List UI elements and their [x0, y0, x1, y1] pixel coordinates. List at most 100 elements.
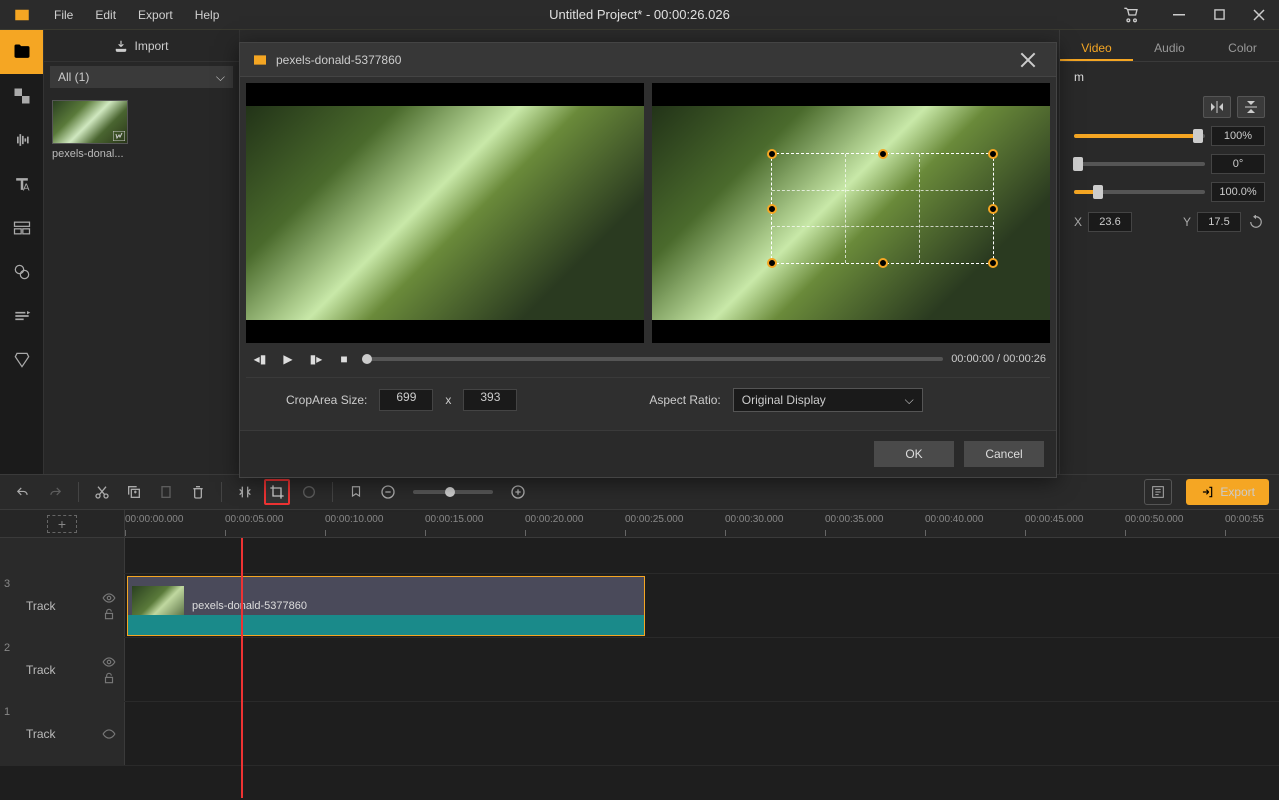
visibility-icon[interactable] — [102, 655, 116, 669]
sidebar-filters[interactable] — [0, 338, 43, 382]
crop-handle[interactable] — [767, 149, 777, 159]
copy-button[interactable] — [121, 479, 147, 505]
timeline-ruler[interactable]: + 00:00:00.00000:00:05.00000:00:10.00000… — [0, 510, 1279, 538]
timeline-toolbar: Export — [0, 474, 1279, 510]
import-button[interactable]: Import — [44, 30, 239, 62]
stop-button[interactable]: ■ — [334, 349, 354, 369]
opacity-slider[interactable] — [1074, 190, 1205, 194]
chevron-down-icon: ⌵ — [216, 70, 225, 85]
crop-rectangle[interactable] — [771, 153, 994, 264]
paste-button[interactable] — [153, 479, 179, 505]
lock-icon[interactable] — [102, 607, 116, 621]
x-value[interactable]: 23.6 — [1088, 212, 1132, 232]
x-label: X — [1074, 215, 1082, 229]
svg-text:A: A — [22, 183, 29, 194]
visibility-icon[interactable] — [102, 727, 116, 741]
crop-height-input[interactable]: 393 — [463, 389, 517, 411]
export-button[interactable]: Export — [1186, 479, 1269, 505]
flip-vertical-button[interactable] — [1237, 96, 1265, 118]
play-button[interactable]: ▶ — [278, 349, 298, 369]
aspect-ratio-label: Aspect Ratio: — [649, 393, 720, 407]
tab-audio[interactable]: Audio — [1133, 34, 1206, 61]
rotate-slider[interactable] — [1074, 162, 1205, 166]
sidebar-audio[interactable] — [0, 118, 43, 162]
menu-help[interactable]: Help — [185, 4, 230, 26]
export-icon — [1200, 485, 1214, 499]
crop-handle[interactable] — [878, 258, 888, 268]
app-logo — [0, 6, 44, 24]
crop-preview-right[interactable] — [652, 83, 1050, 343]
y-label: Y — [1183, 215, 1191, 229]
flip-horizontal-button[interactable] — [1203, 96, 1231, 118]
crop-handle[interactable] — [767, 204, 777, 214]
thumbnail-name: pexels-donal... — [52, 148, 132, 160]
zoom-out-button[interactable] — [375, 479, 401, 505]
track-3: 3 Track pexels-donald-5377860 — [0, 574, 1279, 638]
render-button[interactable] — [1144, 479, 1172, 505]
zoom-in-button[interactable] — [505, 479, 531, 505]
media-thumbnail[interactable]: pexels-donal... — [52, 100, 132, 160]
prev-frame-button[interactable]: ◂▮ — [250, 349, 270, 369]
tab-color[interactable]: Color — [1206, 34, 1279, 61]
close-button[interactable] — [1239, 0, 1279, 30]
cancel-button[interactable]: Cancel — [964, 441, 1044, 467]
ruler-tick: 00:00:50.000 — [1125, 514, 1183, 525]
add-track-button[interactable]: + — [47, 515, 77, 533]
menu-export[interactable]: Export — [128, 4, 183, 26]
next-frame-button[interactable]: ▮▸ — [306, 349, 326, 369]
zoom-slider[interactable] — [413, 490, 493, 494]
minimize-button[interactable] — [1159, 0, 1199, 30]
crop-button[interactable] — [264, 479, 290, 505]
delete-button[interactable] — [185, 479, 211, 505]
rotate-value[interactable]: 0° — [1211, 154, 1265, 174]
split-button[interactable] — [232, 479, 258, 505]
ruler-tick: 00:00:45.000 — [1025, 514, 1083, 525]
reset-icon[interactable] — [1247, 213, 1265, 231]
crop-handle[interactable] — [878, 149, 888, 159]
tab-video[interactable]: Video — [1060, 34, 1133, 61]
crop-handle[interactable] — [988, 204, 998, 214]
export-label: Export — [1220, 485, 1255, 499]
menu-file[interactable]: File — [44, 4, 83, 26]
undo-button[interactable] — [10, 479, 36, 505]
maximize-button[interactable] — [1199, 0, 1239, 30]
dialog-header[interactable]: pexels-donald-5377860 — [240, 43, 1056, 77]
visibility-icon[interactable] — [102, 591, 116, 605]
dialog-close-button[interactable] — [1020, 48, 1044, 72]
dialog-logo-icon — [252, 52, 268, 68]
media-filter-dropdown[interactable]: All (1) ⌵ — [50, 66, 233, 88]
scale-value[interactable]: 100% — [1211, 126, 1265, 146]
marker-button[interactable] — [343, 479, 369, 505]
crop-handle[interactable] — [767, 258, 777, 268]
lock-icon[interactable] — [102, 671, 116, 685]
scale-slider[interactable] — [1074, 134, 1205, 138]
menu-edit[interactable]: Edit — [85, 4, 126, 26]
track-label: Track — [26, 727, 56, 741]
clip-label: pexels-donald-5377860 — [192, 600, 307, 612]
sidebar-transition[interactable] — [0, 74, 43, 118]
sidebar-subtitle[interactable] — [0, 294, 43, 338]
speed-button[interactable] — [296, 479, 322, 505]
scrub-bar[interactable] — [362, 357, 943, 361]
opacity-value[interactable]: 100.0% — [1211, 182, 1265, 202]
ruler-tick: 00:00:35.000 — [825, 514, 883, 525]
sidebar-text[interactable]: A — [0, 162, 43, 206]
crop-handle[interactable] — [988, 149, 998, 159]
crop-handle[interactable] — [988, 258, 998, 268]
track-2: 2 Track — [0, 638, 1279, 702]
video-badge-icon — [113, 131, 125, 141]
track-label: Track — [26, 663, 56, 677]
sidebar-media[interactable] — [0, 30, 43, 74]
sidebar-overlay[interactable] — [0, 206, 43, 250]
cart-icon[interactable] — [1111, 0, 1151, 30]
y-value[interactable]: 17.5 — [1197, 212, 1241, 232]
sidebar: A — [0, 30, 44, 474]
titlebar: File Edit Export Help Untitled Project* … — [0, 0, 1279, 30]
ok-button[interactable]: OK — [874, 441, 954, 467]
timeline-clip[interactable]: pexels-donald-5377860 — [127, 576, 645, 636]
cut-button[interactable] — [89, 479, 115, 505]
sidebar-elements[interactable] — [0, 250, 43, 294]
aspect-ratio-dropdown[interactable]: Original Display ⌵ — [733, 388, 923, 412]
crop-width-input[interactable]: 699 — [379, 389, 433, 411]
redo-button[interactable] — [42, 479, 68, 505]
